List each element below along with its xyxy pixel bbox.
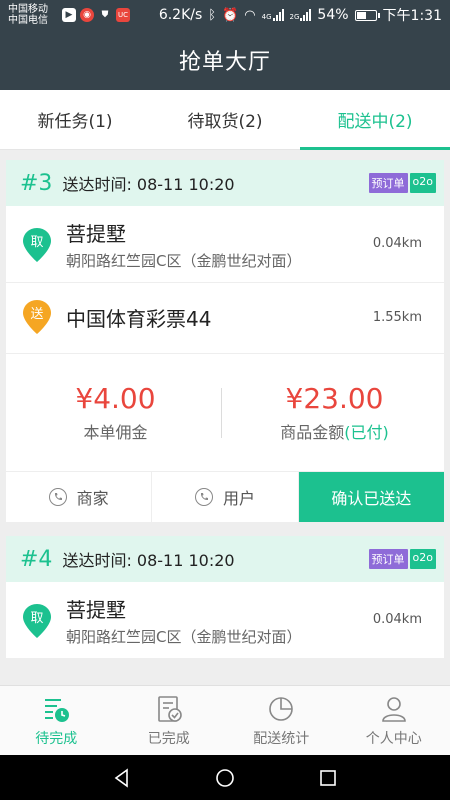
call-user-label: 用户 — [222, 489, 255, 508]
bottom-nav: 待完成 已完成 配送统计 个人中心 — [0, 685, 450, 755]
delivery-time: 送达时间: 08-11 10:20 — [62, 175, 235, 194]
tab-delivering[interactable]: 配送中(2) — [300, 90, 450, 150]
play-store-icon: ▶ — [62, 8, 76, 22]
order-number: #3 — [20, 170, 53, 196]
delivery-time: 送达时间: 08-11 10:20 — [62, 551, 235, 570]
nav-pending[interactable]: 待完成 — [0, 686, 113, 755]
goods-label: 商品金额 — [280, 423, 345, 442]
commission-label: 本单佣金 — [83, 423, 148, 442]
delivery-distance: 1.55km — [372, 309, 422, 325]
order-actions: 商家 用户 确认已送达 — [6, 472, 444, 522]
delivery-tag: 送 — [30, 307, 44, 322]
confirm-delivered-button[interactable]: 确认已送达 — [298, 472, 444, 522]
clock: 下午1:31 — [382, 8, 442, 24]
nav-completed-label: 已完成 — [147, 730, 190, 747]
app-notification-icon: UC — [116, 8, 130, 22]
pickup-tag: 取 — [30, 235, 44, 250]
pickup-location[interactable]: 取 菩提墅 朝阳路红竺园C区（金鹏世纪对面） 0.04km — [6, 206, 444, 283]
back-icon[interactable] — [111, 767, 133, 789]
preorder-badge: 预订单 — [368, 549, 408, 569]
carrier-info: 中国移动 中国电信 — [8, 4, 60, 26]
order-list[interactable]: #3 送达时间: 08-11 10:20 预订单 o2o 取 菩提墅 朝阳路红竺… — [6, 160, 444, 685]
order-badges: 预订单 o2o — [368, 549, 436, 569]
call-user-button[interactable]: 用户 — [152, 472, 299, 522]
signal-icon-1: 4G — [262, 9, 284, 21]
order-badges: 预订单 o2o — [368, 173, 436, 193]
nav-completed[interactable]: 已完成 — [113, 686, 226, 755]
paid-status: (已付) — [344, 423, 389, 442]
commission-value: ¥4.00 — [75, 382, 156, 415]
app-header: 抢单大厅 — [0, 30, 450, 90]
nav-statistics[interactable]: 配送统计 — [225, 686, 338, 755]
user-icon — [381, 696, 406, 722]
net-speed: 6.2K/s — [158, 7, 203, 23]
phone-icon — [194, 488, 213, 506]
pie-chart-icon — [269, 696, 294, 721]
shield-icon: ⛊ — [101, 10, 109, 20]
system-nav-bar — [0, 755, 450, 800]
bluetooth-icon: ᛒ — [208, 7, 217, 23]
pickup-location[interactable]: 取 菩提墅 朝阳路红竺园C区（金鹏世纪对面） 0.04km — [6, 582, 444, 659]
nav-pending-label: 待完成 — [35, 730, 78, 747]
alarm-icon: ⏰ — [222, 7, 239, 23]
order-header: #3 送达时间: 08-11 10:20 预订单 o2o — [6, 160, 444, 206]
pickup-address: 朝阳路红竺园C区（金鹏世纪对面） — [66, 628, 302, 646]
order-header: #4 送达时间: 08-11 10:20 预订单 o2o — [6, 536, 444, 582]
delivery-name: 中国体育彩票44 — [66, 306, 212, 331]
status-right: 6.2K/s ᛒ ⏰ ◠ 4G 2G 54% 下午1:31 — [159, 5, 442, 25]
wifi-icon: ◠ — [244, 7, 256, 23]
commission-block: ¥4.00 本单佣金 — [6, 382, 225, 443]
phone-icon — [48, 488, 67, 506]
delivery-location[interactable]: 送 中国体育彩票44 1.55km — [6, 283, 444, 354]
tab-pending-pickup[interactable]: 待取货(2) — [150, 90, 300, 149]
status-bar: 中国移动 中国电信 ▶ ◉ ⛊ UC 6.2K/s ᛒ ⏰ ◠ 4G 2G 54… — [0, 0, 450, 30]
amount-divider — [221, 388, 222, 438]
recents-icon[interactable] — [317, 767, 339, 789]
order-amounts: ¥4.00 本单佣金 ¥23.00 商品金额(已付) — [6, 354, 444, 472]
carrier-2: 中国电信 — [8, 15, 48, 26]
nav-profile[interactable]: 个人中心 — [338, 686, 450, 755]
carrier-1: 中国移动 — [8, 4, 48, 15]
goods-value: ¥23.00 — [285, 382, 384, 415]
pickup-pin-icon: 取 — [22, 603, 52, 639]
goods-label-row: 商品金额(已付) — [225, 419, 444, 443]
pickup-pin-icon: 取 — [22, 227, 52, 263]
tab-new-tasks[interactable]: 新任务(1) — [0, 90, 150, 149]
delivery-pin-icon: 送 — [22, 299, 52, 335]
pickup-tag: 取 — [30, 611, 44, 626]
nav-profile-label: 个人中心 — [365, 730, 422, 747]
order-tabs: 新任务(1) 待取货(2) 配送中(2) — [0, 90, 450, 150]
notification-icons: ▶ ◉ ⛊ UC — [62, 8, 130, 22]
o2o-badge: o2o — [409, 173, 436, 193]
order-card: #4 送达时间: 08-11 10:20 预订单 o2o 取 菩提墅 朝阳路红竺… — [6, 536, 444, 659]
order-card: #3 送达时间: 08-11 10:20 预订单 o2o 取 菩提墅 朝阳路红竺… — [6, 160, 444, 522]
pickup-distance: 0.04km — [372, 612, 422, 627]
goods-block: ¥23.00 商品金额(已付) — [225, 382, 444, 443]
weibo-icon: ◉ — [80, 8, 94, 22]
call-merchant-label: 商家 — [76, 489, 109, 508]
battery-percent: 54% — [317, 7, 349, 23]
signal-icon-2: 2G — [290, 9, 312, 21]
completed-list-icon — [157, 695, 182, 722]
nav-statistics-label: 配送统计 — [253, 730, 310, 747]
network-type-1: 4G — [261, 13, 272, 21]
order-number: #4 — [20, 546, 53, 572]
o2o-badge: o2o — [409, 549, 436, 569]
preorder-badge: 预订单 — [368, 173, 408, 193]
call-merchant-button[interactable]: 商家 — [6, 472, 153, 522]
pickup-address: 朝阳路红竺园C区（金鹏世纪对面） — [66, 252, 302, 270]
battery-icon — [354, 9, 380, 21]
pickup-distance: 0.04km — [372, 236, 422, 251]
home-icon[interactable] — [214, 767, 236, 789]
page-title: 抢单大厅 — [178, 50, 271, 75]
pending-list-icon — [45, 698, 70, 722]
network-type-2: 2G — [289, 13, 300, 21]
